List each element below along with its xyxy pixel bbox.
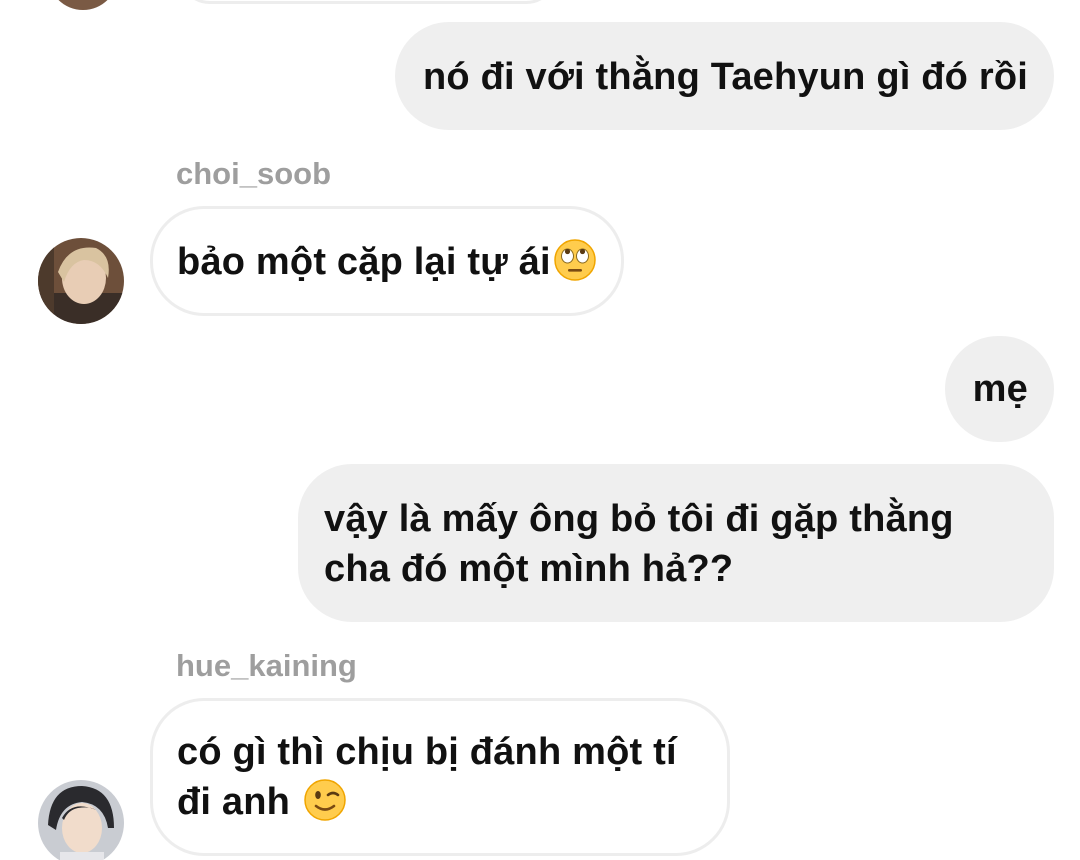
incoming-message-bubble[interactable]: có gì thì chịu bị đánh một tí đi anh (150, 698, 730, 856)
message-text-line: cha đó một mình hả?? (324, 548, 734, 590)
sender-username[interactable]: hue_kaining (176, 648, 357, 684)
sender-username[interactable]: choi_soob (176, 156, 331, 192)
message-text-line: đi anh (177, 781, 291, 823)
avatar[interactable] (48, 0, 118, 10)
message-text-line: vậy là mấy ông bỏ tôi đi gặp thằng (324, 498, 954, 540)
message-text: nó đi với thằng Taehyun gì đó rồi (422, 56, 1028, 98)
incoming-message-bubble[interactable] (178, 0, 558, 4)
avatar[interactable] (38, 780, 124, 860)
chat-thread: nó đi với thằng Taehyun gì đó rồi choi_s… (0, 0, 1080, 860)
message-text: mẹ (972, 368, 1028, 410)
outgoing-message-bubble[interactable]: mẹ (944, 336, 1054, 442)
avatar[interactable] (38, 238, 124, 324)
outgoing-message-bubble[interactable]: vậy là mấy ông bỏ tôi đi gặp thằng cha đ… (298, 464, 1054, 622)
face-with-rolling-eyes-icon (553, 238, 597, 282)
message-text-line: có gì thì chịu bị đánh một tí (177, 731, 677, 773)
outgoing-message-bubble[interactable]: nó đi với thằng Taehyun gì đó rồi (394, 22, 1054, 130)
incoming-message-bubble[interactable]: bảo một cặp lại tự ái (150, 206, 624, 316)
message-text: bảo một cặp lại tự ái (177, 241, 551, 283)
winking-face-icon (303, 778, 347, 822)
